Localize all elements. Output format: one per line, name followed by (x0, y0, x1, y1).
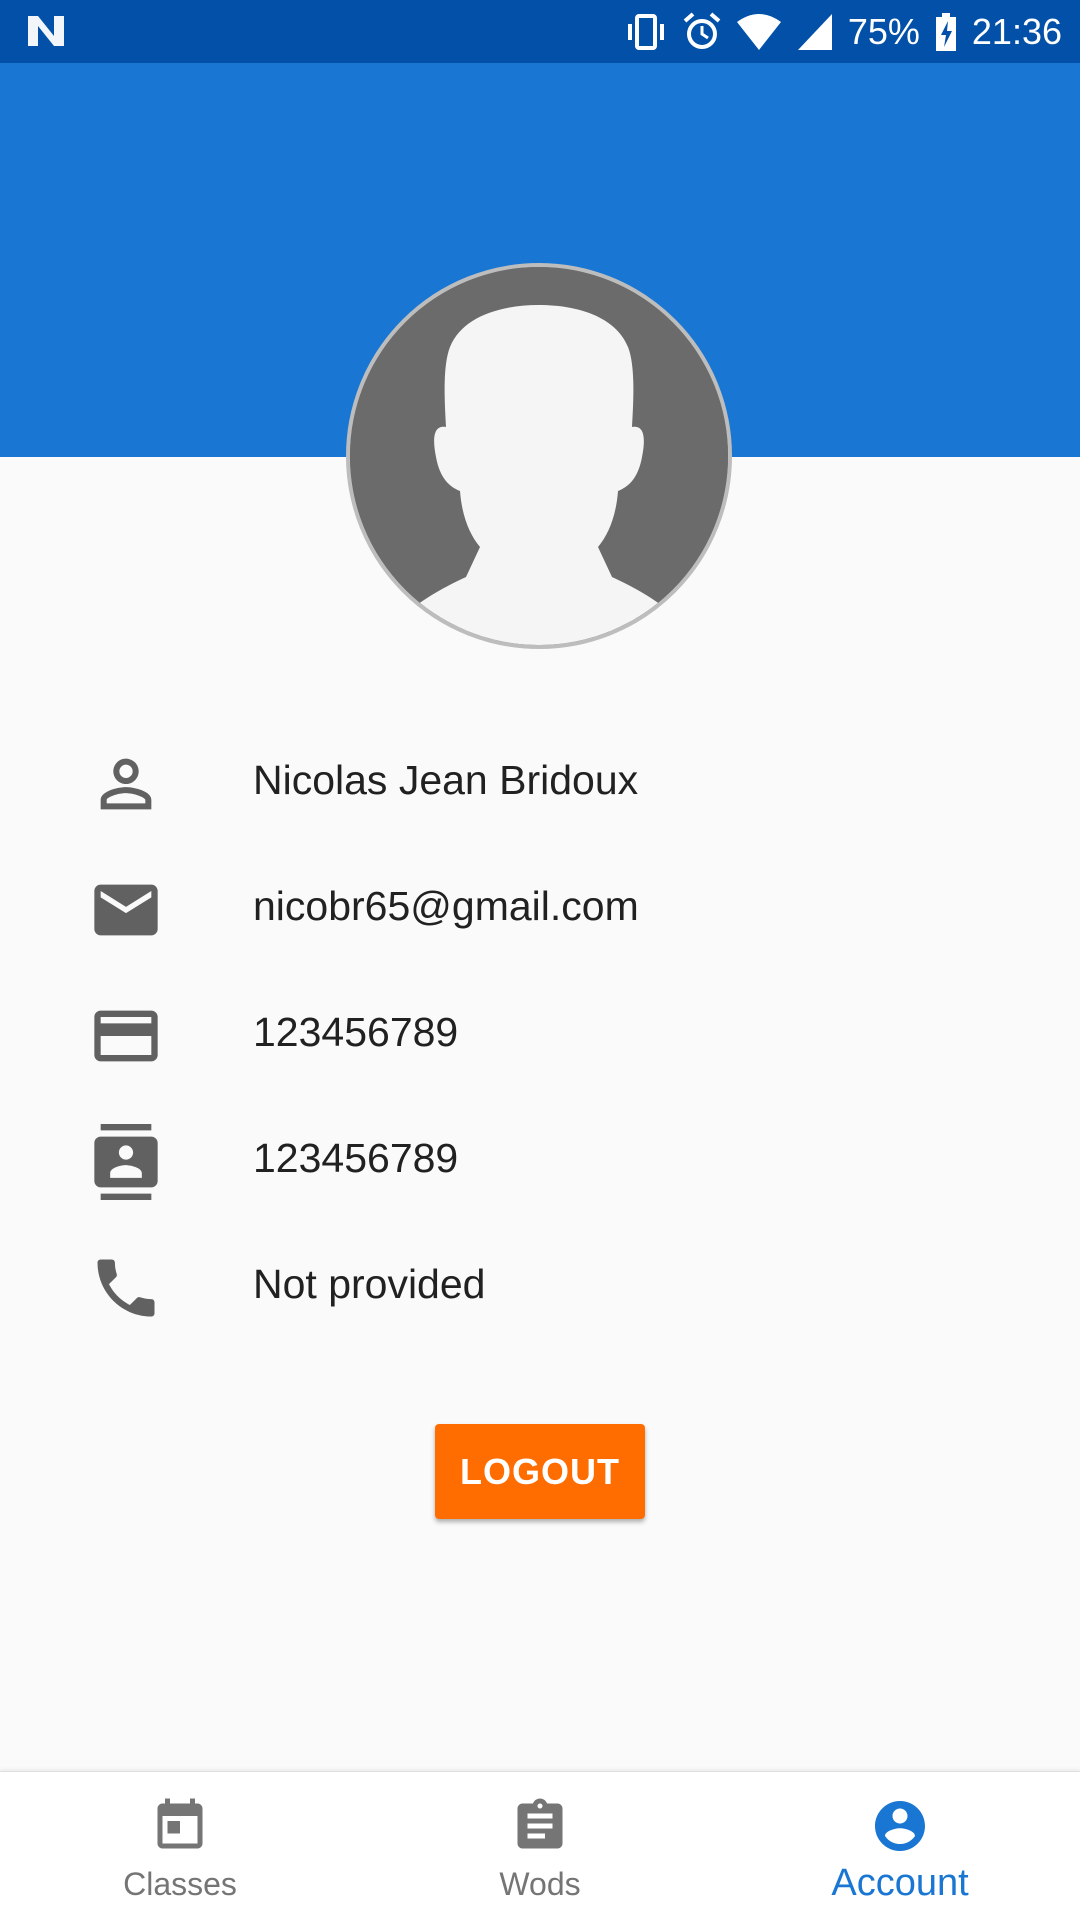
phone-number: Not provided (253, 1261, 486, 1307)
account-circle-icon (870, 1796, 930, 1856)
profile-info-list: Nicolas Jean Bridoux nicobr65@gmail.com … (0, 718, 1080, 1348)
info-row-name: Nicolas Jean Bridoux (0, 718, 1080, 844)
user-email: nicobr65@gmail.com (253, 883, 639, 929)
mail-icon (88, 872, 164, 948)
n-logo-icon (28, 16, 64, 46)
nav-item-classes[interactable]: Classes (0, 1772, 360, 1921)
nav-label-wods: Wods (499, 1866, 581, 1902)
clock: 21:36 (971, 10, 1062, 52)
vibrate-icon (627, 13, 664, 50)
nav-item-account[interactable]: Account (720, 1772, 1080, 1921)
nav-item-wods[interactable]: Wods (360, 1772, 720, 1921)
battery-percent: 75% (847, 10, 920, 52)
nav-label-classes: Classes (123, 1866, 237, 1902)
profile-avatar (346, 263, 732, 649)
alarm-icon (683, 11, 721, 49)
bottom-navigation: Classes Wods Account (0, 1771, 1080, 1921)
info-row-email: nicobr65@gmail.com (0, 844, 1080, 970)
info-row-phone: Not provided (0, 1222, 1080, 1348)
credit-card-icon (88, 998, 164, 1074)
logout-button[interactable]: LOGOUT (435, 1424, 645, 1519)
nav-label-account: Account (831, 1862, 969, 1904)
default-avatar-icon (350, 267, 728, 645)
contacts-icon (88, 1124, 164, 1200)
person-icon (88, 746, 164, 822)
status-bar: 75% 21:36 (0, 0, 1080, 63)
member-id: 123456789 (253, 1135, 459, 1181)
wifi-icon (736, 13, 781, 50)
info-row-card: 123456789 (0, 970, 1080, 1096)
info-row-member-id: 123456789 (0, 1096, 1080, 1222)
user-name: Nicolas Jean Bridoux (253, 757, 639, 803)
calendar-icon (150, 1796, 210, 1856)
signal-icon (797, 13, 832, 50)
card-number: 123456789 (253, 1009, 459, 1055)
clipboard-icon (510, 1796, 570, 1856)
battery-charging-icon (935, 12, 956, 51)
phone-icon (88, 1250, 164, 1326)
